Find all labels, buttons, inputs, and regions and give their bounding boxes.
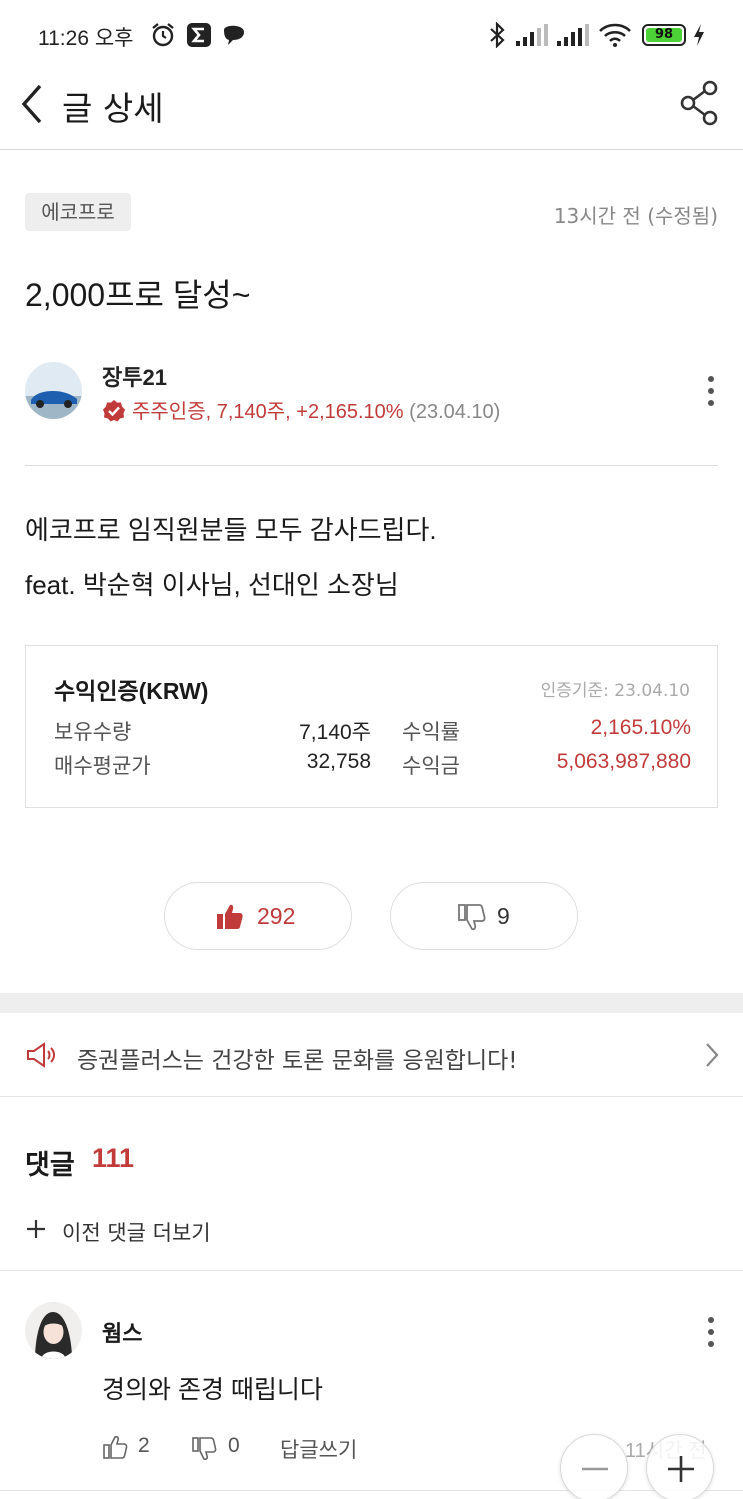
stock-tag[interactable]: 에코프로 [25, 193, 131, 231]
comments-count: 111 [92, 1143, 135, 1173]
shareholder-cert: 주주인증, 7,140주, +2,165.10% (23.04.10) [102, 395, 500, 424]
comment-body: 경의와 존경 때립니다 [102, 1376, 323, 1404]
battery-icon: 98 [642, 24, 686, 46]
signal-icon [557, 24, 589, 46]
cert-date: (23.04.10) [409, 401, 501, 423]
load-previous-label: 이전 댓글 더보기 [62, 1221, 211, 1245]
commenter-avatar[interactable] [25, 1302, 82, 1359]
return-rate-label: 수익률 [402, 721, 460, 744]
holding-quantity-value: 7,140주 [299, 721, 371, 744]
proof-date: 인증기준: 23.04.10 [540, 681, 690, 701]
avg-buy-price-label: 매수평균가 [54, 755, 151, 778]
author-avatar[interactable] [25, 362, 82, 419]
thumbs-down-icon[interactable] [191, 1436, 217, 1462]
back-chevron-icon[interactable] [16, 80, 48, 128]
post-body-line: 에코프로 임직원분들 모두 감사드립다. [25, 515, 437, 545]
post-body-line: feat. 박순혁 이사님, 선대인 소장님 [25, 570, 399, 600]
plus-icon [668, 1456, 694, 1482]
bluetooth-icon [490, 22, 505, 48]
more-vertical-icon[interactable] [706, 1315, 716, 1349]
divider [0, 1490, 743, 1491]
section-separator [0, 993, 743, 1013]
comment-like-count: 2 [138, 1434, 150, 1457]
comments-title: 댓글 [25, 1150, 75, 1180]
cert-text: 주주인증, 7,140주, +2,165.10% [132, 401, 404, 423]
thumbs-up-icon [217, 904, 243, 929]
post-time: 13시간 전 (수정됨) [553, 204, 718, 228]
charging-icon [694, 24, 704, 46]
wifi-icon [599, 23, 631, 47]
battery-level: 98 [654, 27, 674, 42]
return-rate-value: 2,165.10% [590, 716, 691, 739]
reply-button[interactable]: 답글쓰기 [280, 1434, 357, 1464]
more-vertical-icon[interactable] [706, 374, 716, 408]
commenter-name[interactable]: 웜스 [102, 1316, 142, 1348]
like-count: 292 [257, 903, 296, 929]
thumbs-down-icon [458, 904, 486, 931]
profit-amount-value: 5,063,987,880 [556, 750, 691, 773]
page-title: 글 상세 [62, 89, 164, 128]
status-time: 11:26 오후 [38, 27, 134, 50]
dislike-button[interactable]: 9 [390, 882, 578, 950]
minus-icon [582, 1467, 608, 1471]
zoom-out-button[interactable] [560, 1434, 628, 1499]
proof-title: 수익인증(KRW) [54, 678, 209, 704]
author-name[interactable]: 장투21 [102, 360, 167, 392]
signal-icon [516, 24, 548, 46]
verified-badge-icon [103, 400, 125, 422]
chevron-right-icon [706, 1043, 719, 1067]
holding-quantity-label: 보유수량 [54, 721, 132, 744]
comment-dislike-count: 0 [228, 1434, 240, 1457]
status-bar: 11:26 오후 98 [0, 0, 743, 70]
avg-buy-price-value: 32,758 [306, 750, 371, 773]
talk-bubble-icon [224, 25, 244, 45]
top-nav: 글 상세 [0, 70, 743, 150]
dislike-count: 9 [497, 903, 510, 929]
zoom-in-button[interactable] [646, 1434, 714, 1499]
like-button[interactable]: 292 [164, 882, 352, 950]
profit-amount-label: 수익금 [402, 755, 460, 778]
divider [25, 465, 718, 466]
notice-banner[interactable]: 증권플러스는 건강한 토론 문화를 응원합니다! [0, 1013, 743, 1097]
notice-text: 증권플러스는 건강한 토론 문화를 응원합니다! [77, 1048, 518, 1074]
post-title: 2,000프로 달성~ [25, 277, 251, 313]
plus-icon [27, 1220, 45, 1238]
alarm-icon [152, 23, 174, 47]
share-icon[interactable] [680, 80, 720, 126]
profit-proof-card: 수익인증(KRW) 인증기준: 23.04.10 보유수량 7,140주 수익률… [25, 645, 718, 808]
divider [0, 1270, 743, 1271]
megaphone-icon [27, 1042, 55, 1068]
app-sigma-icon [187, 23, 211, 47]
thumbs-up-icon[interactable] [102, 1434, 128, 1460]
